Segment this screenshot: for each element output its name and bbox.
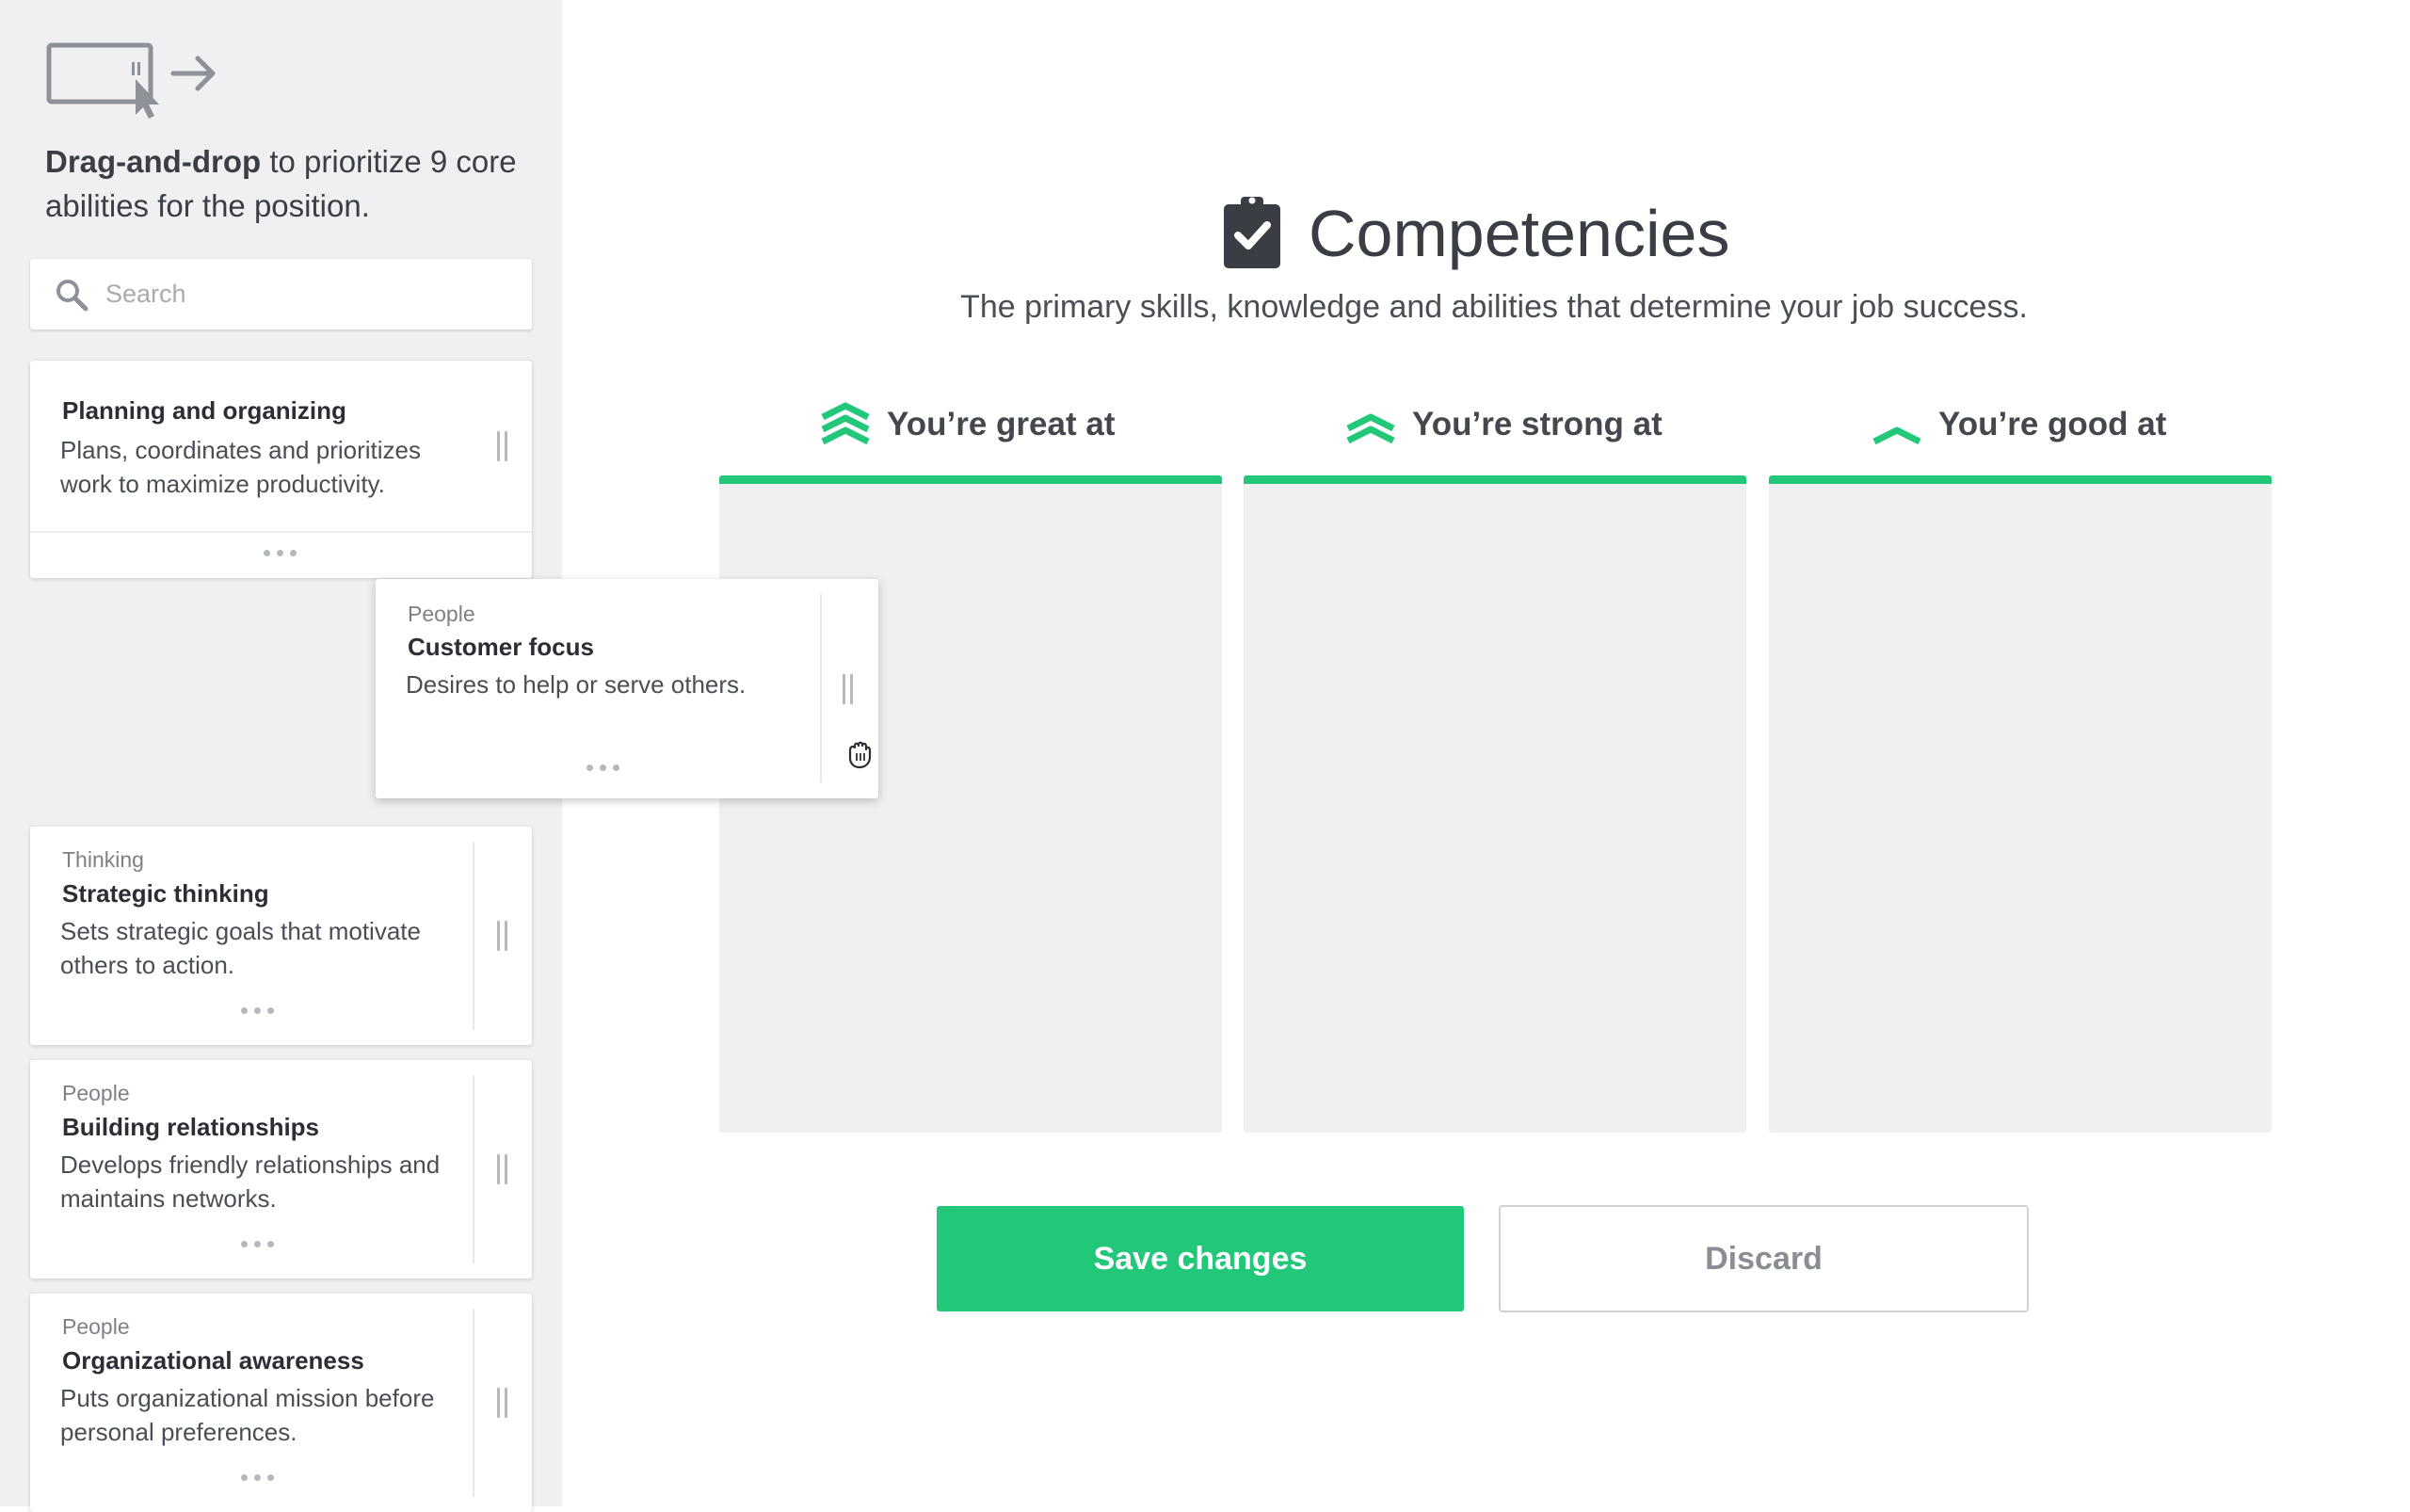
more-options-icon[interactable] [264, 548, 301, 557]
column-label: You’re strong at [1412, 406, 1663, 442]
drag-handle-icon[interactable] [497, 921, 508, 951]
column-header-great: You’re great at [819, 400, 1115, 449]
competency-card-building-relationships[interactable]: People Building relationships Develops f… [30, 1060, 532, 1279]
column-label: You’re great at [887, 406, 1116, 442]
card-title: Customer focus [408, 633, 594, 661]
card-category: People [62, 1314, 130, 1339]
drop-zone-good[interactable] [1769, 475, 2272, 1133]
grab-cursor-icon [848, 741, 872, 769]
card-description: Puts organizational mission before perso… [60, 1384, 435, 1446]
drop-zone-great[interactable] [719, 475, 1222, 1133]
card-category: People [62, 1081, 130, 1105]
competency-card-planning-and-organizing[interactable]: Planning and organizing Plans, coordinat… [30, 361, 532, 578]
more-options-icon[interactable] [586, 763, 624, 772]
card-vertical-divider [473, 842, 474, 1030]
column-header-strong: You’re strong at [1344, 400, 1663, 449]
card-category: Thinking [62, 847, 144, 872]
drag-handle-icon[interactable] [843, 674, 854, 704]
card-vertical-divider [820, 594, 822, 782]
single-chevron-icon [1872, 426, 1921, 445]
card-divider [30, 531, 532, 533]
drag-and-drop-illustration-icon [46, 42, 216, 119]
more-options-icon[interactable] [241, 1472, 279, 1482]
card-description: Sets strategic goals that motivate other… [60, 917, 421, 979]
more-options-icon[interactable] [241, 1239, 279, 1248]
drop-zone-strong[interactable] [1244, 475, 1746, 1133]
discard-button[interactable]: Discard [1499, 1205, 2029, 1312]
competency-card-customer-focus-dragging[interactable]: People Customer focus Desires to help or… [376, 579, 878, 798]
instructions-text: Drag-and-drop to prioritize 9 core abili… [45, 144, 517, 223]
more-options-icon[interactable] [241, 1005, 279, 1015]
competency-card-strategic-thinking[interactable]: Thinking Strategic thinking Sets strateg… [30, 827, 532, 1045]
card-vertical-divider [473, 1075, 474, 1263]
card-title: Building relationships [62, 1113, 320, 1141]
clipboard-check-icon [1224, 197, 1280, 268]
save-changes-button[interactable]: Save changes [937, 1206, 1464, 1311]
triple-chevron-icon [821, 402, 870, 445]
card-vertical-divider [473, 1309, 474, 1497]
card-title: Planning and organizing [62, 396, 346, 425]
card-description: Develops friendly relationships and main… [60, 1150, 441, 1213]
double-chevron-icon [1346, 413, 1395, 444]
card-description: Plans, coordinates and prioritizes work … [60, 436, 421, 498]
card-description: Desires to help or serve others. [406, 670, 747, 699]
column-header-good: You’re good at [1871, 400, 2166, 449]
page-title: Competencies [1309, 197, 1730, 270]
card-title: Organizational awareness [62, 1346, 364, 1375]
drag-handle-icon[interactable] [497, 1388, 508, 1418]
drag-handle-icon[interactable] [497, 1154, 508, 1184]
competency-card-organizational-awareness[interactable]: People Organizational awareness Puts org… [30, 1294, 532, 1512]
page-subtitle: The primary skills, knowledge and abilit… [960, 289, 2028, 325]
column-label: You’re good at [1938, 406, 2167, 442]
card-category: People [408, 602, 475, 626]
drag-handle-icon[interactable] [497, 431, 508, 461]
card-title: Strategic thinking [62, 879, 269, 908]
